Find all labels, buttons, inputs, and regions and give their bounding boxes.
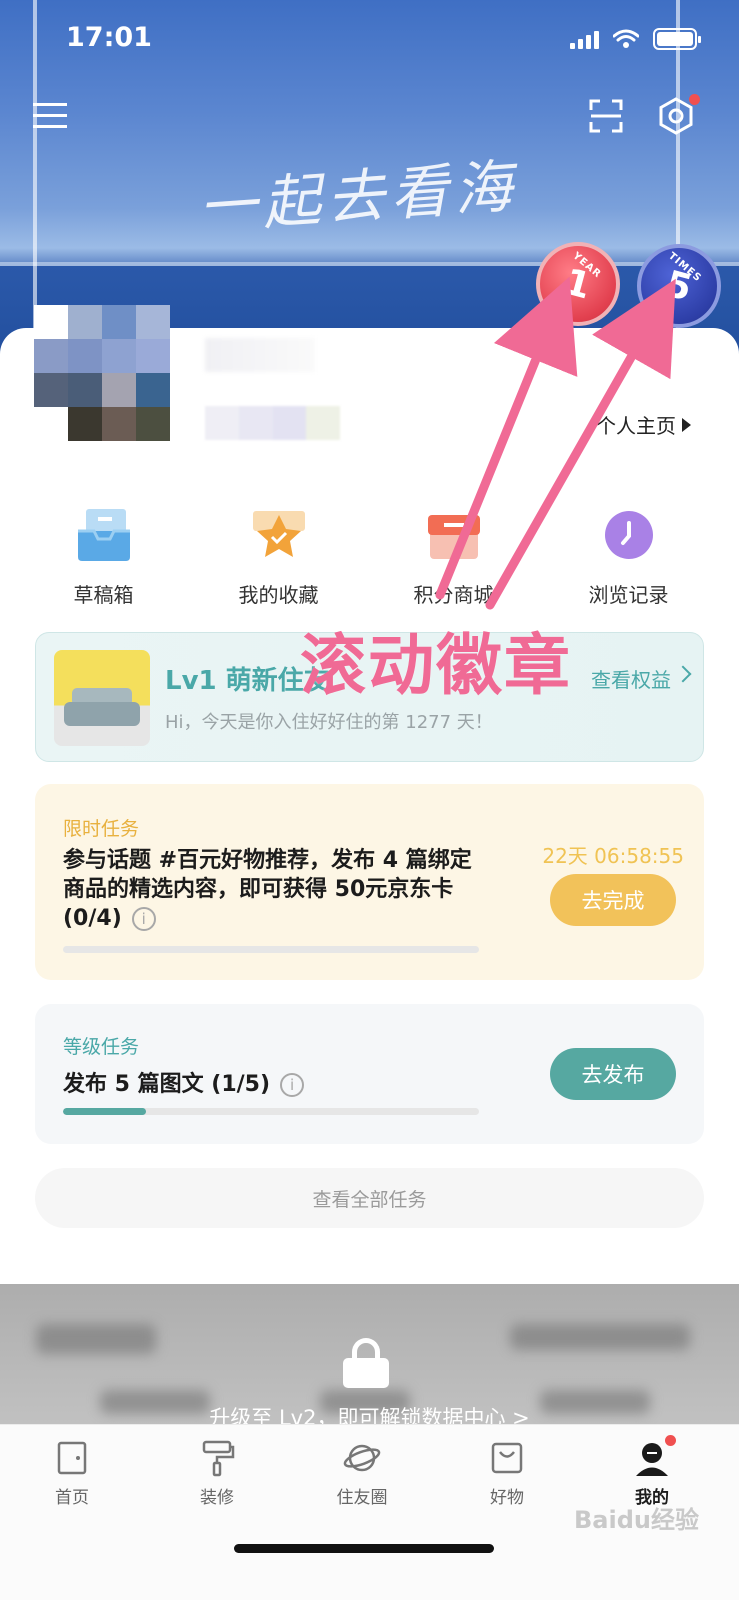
- user-avatar-icon: [636, 1443, 668, 1476]
- tab-label: 好物: [490, 1488, 524, 1508]
- tab-decoration[interactable]: 装修: [167, 1439, 267, 1508]
- settings-icon[interactable]: [652, 92, 700, 140]
- level-task-progress: [63, 1108, 479, 1115]
- level-title: Lv1 萌新住友: [165, 666, 330, 696]
- shortcut-favorites[interactable]: 我的收藏: [191, 505, 366, 608]
- homepage-link[interactable]: 个人主页: [596, 410, 691, 439]
- wifi-icon: [613, 29, 639, 48]
- limited-task-text: 参与话题 #百元好物推荐，发布 4 篇绑定商品的精选内容，即可获得 50元京东卡…: [63, 848, 472, 931]
- year-badge[interactable]: 1 YEAR: [536, 242, 620, 326]
- shopping-bag-icon: [491, 1442, 523, 1474]
- avatar[interactable]: [34, 305, 170, 441]
- triangle-right-icon: [682, 417, 691, 432]
- tab-label: 装修: [200, 1488, 234, 1508]
- level-task-text: 发布 5 篇图文 (1/5): [63, 1072, 271, 1097]
- menu-icon[interactable]: [26, 92, 74, 140]
- shortcut-label: 我的收藏: [238, 583, 319, 607]
- banner-slogan: 一起去看海: [196, 151, 521, 243]
- limited-task-tag: 限时任务: [63, 818, 140, 840]
- homepage-label: 个人主页: [596, 414, 676, 438]
- username-blurred: [205, 338, 315, 372]
- shortcut-drafts[interactable]: 草稿箱: [16, 505, 191, 608]
- limited-task-progress: [63, 946, 479, 953]
- lock-icon: [343, 1338, 389, 1388]
- tab-community[interactable]: 住友圈: [312, 1439, 412, 1508]
- status-icons: [570, 28, 701, 50]
- home-icon: [57, 1441, 87, 1475]
- limited-task-description: 参与话题 #百元好物推荐，发布 4 篇绑定商品的精选内容，即可获得 50元京东卡…: [63, 846, 493, 933]
- tab-me[interactable]: 我的: [602, 1435, 702, 1508]
- times-badge[interactable]: 5 TIMES: [637, 244, 721, 328]
- tab-label: 首页: [55, 1488, 89, 1508]
- shortcut-points-mall[interactable]: 积分商城: [366, 505, 541, 608]
- draft-box-icon: [74, 505, 134, 565]
- level-subtitle: Hi，今天是你入住好好住的第 1277 天！: [165, 712, 493, 733]
- level-task-description: 发布 5 篇图文 (1/5) i: [63, 1066, 305, 1098]
- tab-home[interactable]: 首页: [22, 1439, 122, 1508]
- level-task-card: 等级任务 发布 5 篇图文 (1/5) i 去发布: [35, 1004, 704, 1144]
- tab-label: 住友圈: [336, 1488, 388, 1508]
- level-benefits-link[interactable]: 查看权益: [591, 664, 671, 693]
- paint-roller-icon: [202, 1440, 235, 1477]
- level-task-tag: 等级任务: [63, 1036, 140, 1058]
- shortcut-history[interactable]: 浏览记录: [541, 505, 716, 608]
- watermark: Baidu经验: [574, 1506, 699, 1534]
- shortcut-label: 浏览记录: [588, 583, 669, 607]
- view-all-tasks-button[interactable]: 查看全部任务: [35, 1168, 704, 1228]
- banner-pole: [33, 0, 37, 330]
- info-icon[interactable]: i: [131, 907, 156, 931]
- notification-dot: [665, 1435, 676, 1446]
- limited-task-countdown: 22天 06:58:55: [542, 844, 684, 868]
- complete-task-button[interactable]: 去完成: [550, 874, 676, 926]
- home-indicator: [234, 1544, 494, 1553]
- shop-icon: [424, 505, 484, 565]
- tab-goods[interactable]: 好物: [457, 1439, 557, 1508]
- limited-task-card: 限时任务 参与话题 #百元好物推荐，发布 4 篇绑定商品的精选内容，即可获得 5…: [35, 784, 704, 980]
- planet-icon: [343, 1444, 381, 1472]
- status-time: 17:01: [66, 22, 152, 53]
- user-id-blurred: [205, 406, 340, 440]
- notification-dot: [689, 94, 700, 105]
- clock-history-icon: [599, 505, 659, 565]
- scan-icon[interactable]: [582, 92, 630, 140]
- level-card[interactable]: [35, 632, 704, 762]
- publish-button[interactable]: 去发布: [550, 1048, 676, 1100]
- level-illustration: [54, 650, 150, 746]
- signal-icon: [570, 29, 599, 49]
- shortcut-row: 草稿箱 我的收藏 积分商城 浏览记录: [0, 505, 739, 608]
- battery-icon: [653, 28, 701, 50]
- star-favorites-icon: [249, 505, 309, 565]
- shortcut-label: 积分商城: [413, 583, 494, 607]
- info-icon[interactable]: i: [280, 1073, 305, 1097]
- shortcut-label: 草稿箱: [73, 583, 134, 607]
